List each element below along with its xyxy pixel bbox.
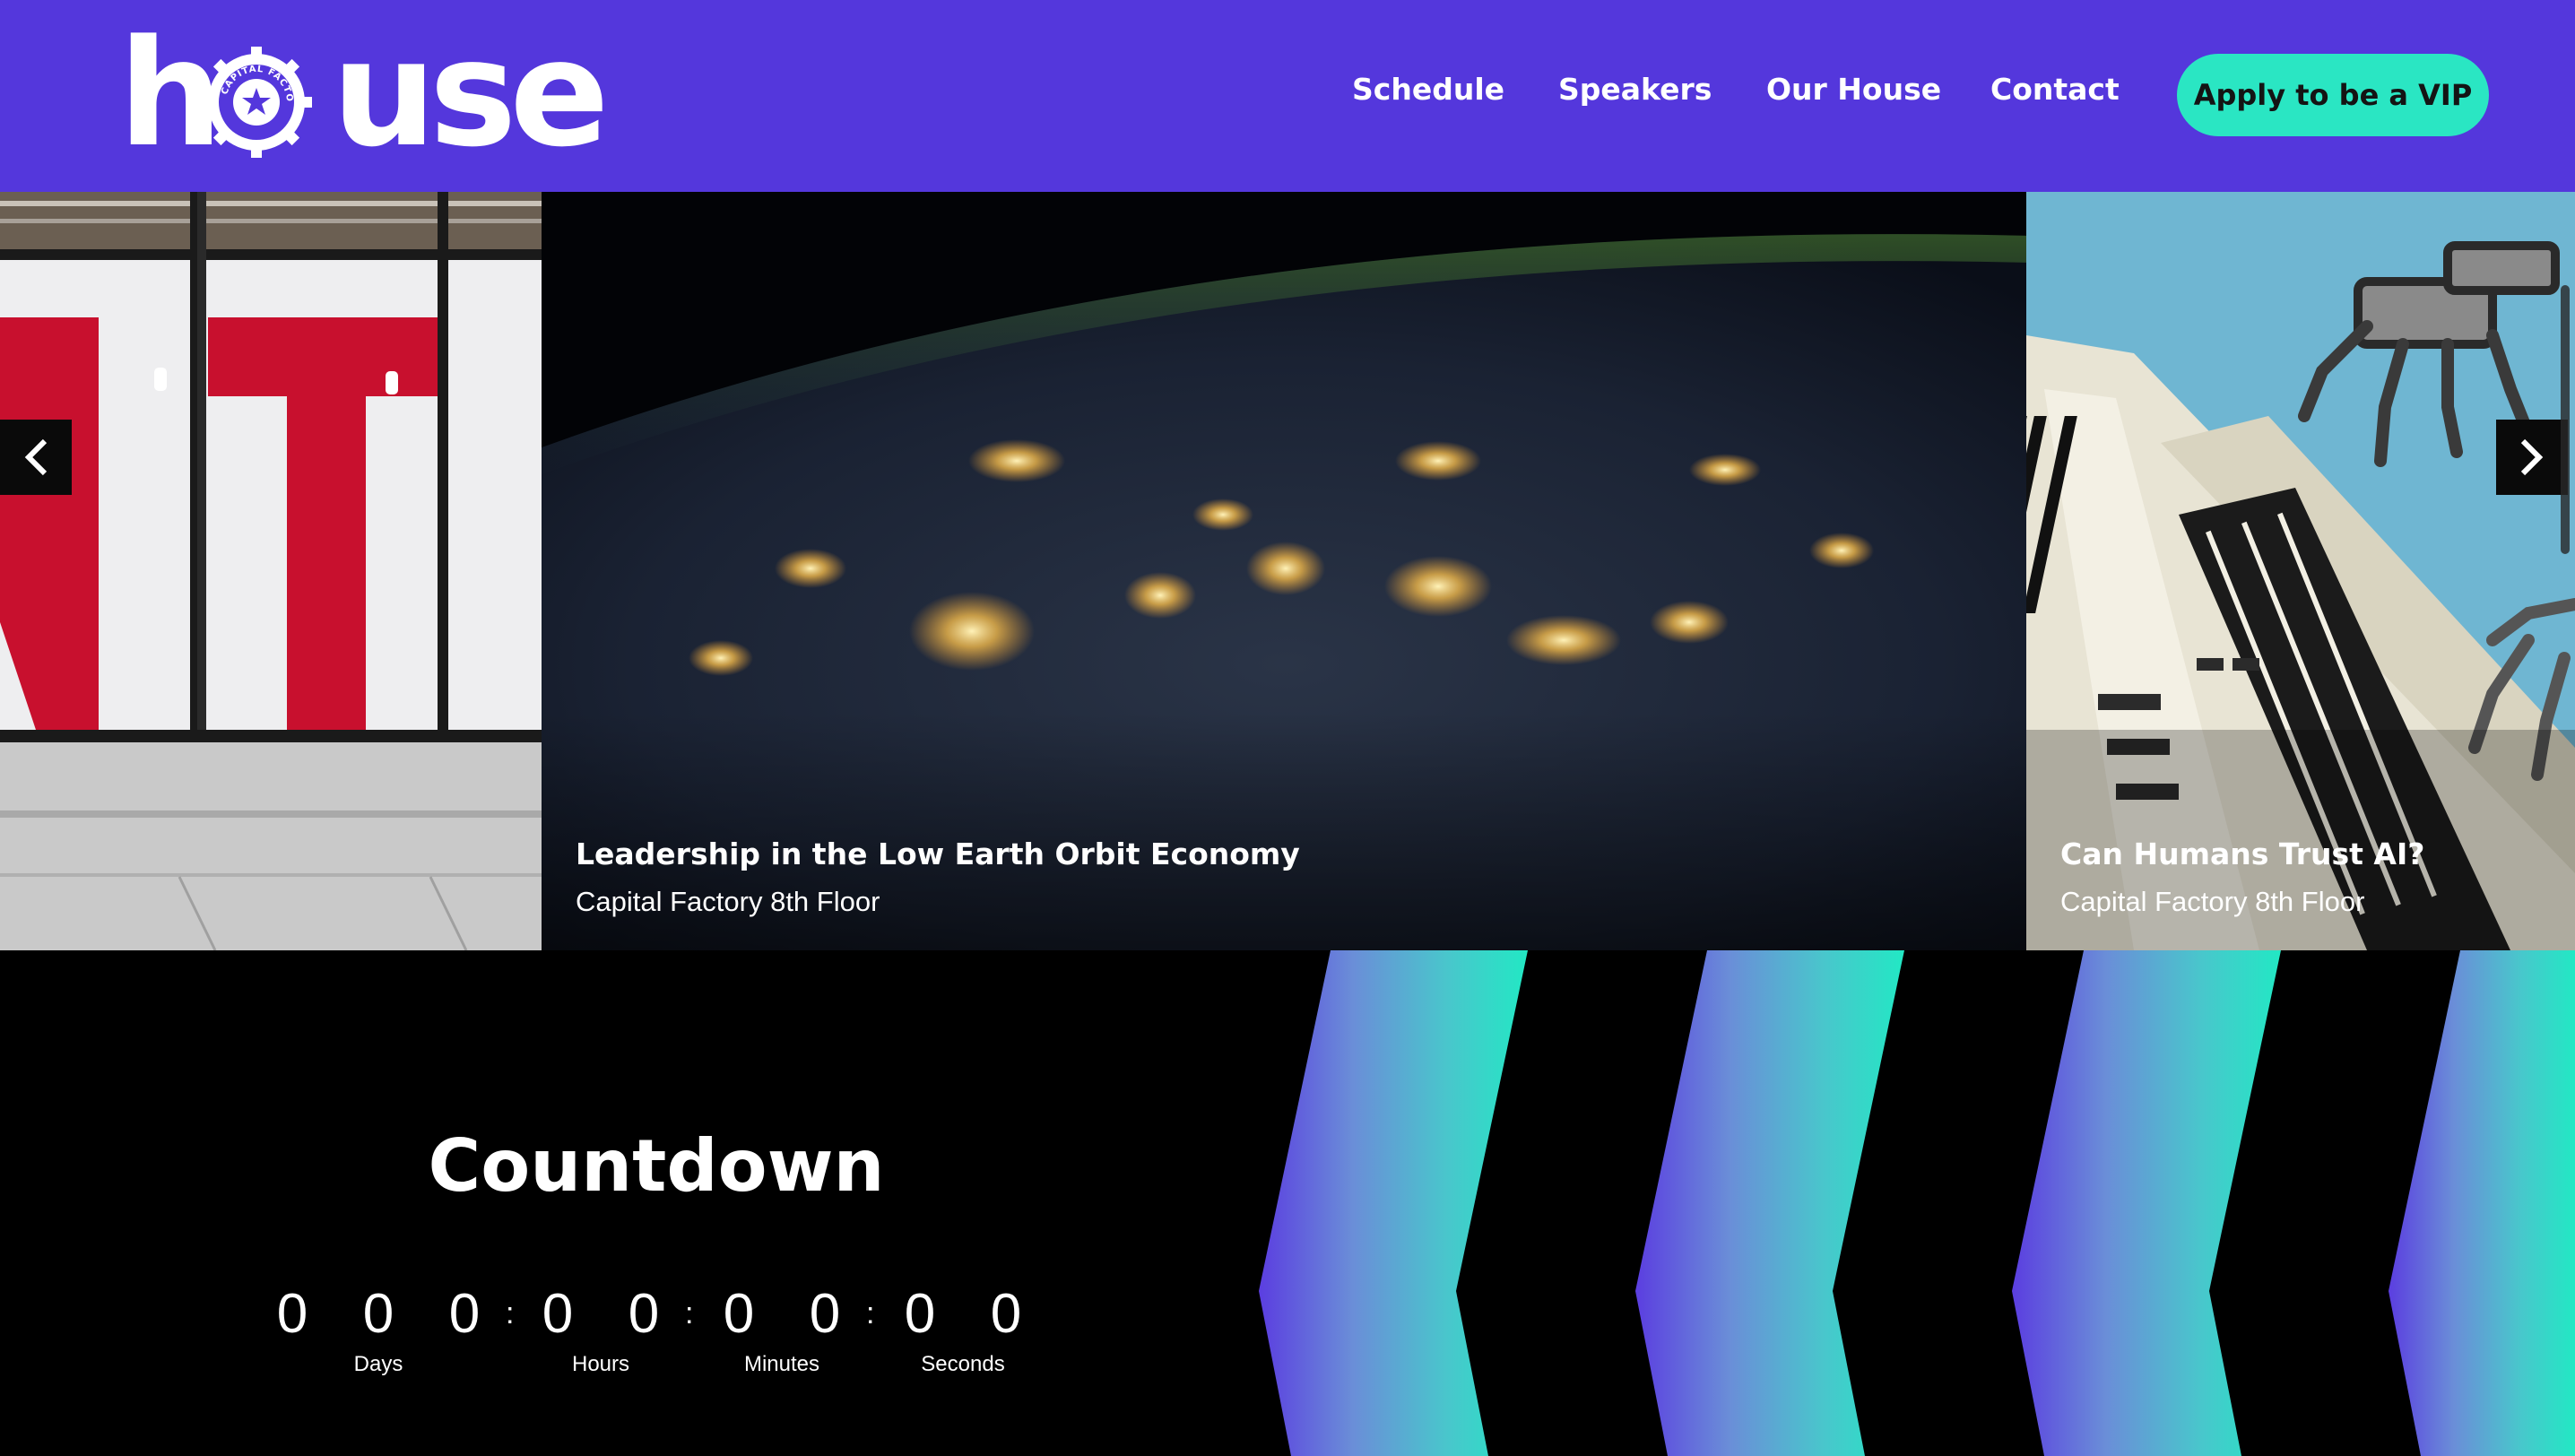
slide-location: Capital Factory 8th Floor <box>576 886 880 917</box>
seconds-digit-1: 0 <box>904 1283 936 1345</box>
chevron-right-icon <box>2520 438 2544 476</box>
chevron-shape-1 <box>1259 950 1528 1456</box>
slide-title-right[interactable]: Can Humans Trust AI? <box>2060 836 2424 871</box>
nav-contact[interactable]: Contact <box>1990 72 2120 107</box>
days-digit-2: 0 <box>362 1283 394 1345</box>
days-label: Days <box>353 1352 403 1376</box>
countdown-separator: : <box>506 1296 515 1330</box>
chevron-shape-2 <box>1635 950 1904 1456</box>
seconds-label: Seconds <box>921 1352 1005 1376</box>
countdown-title: Countdown <box>428 1124 885 1208</box>
carousel-slide-partial-right[interactable]: Can Humans Trust AI? Capital Factory 8th… <box>2026 192 2575 950</box>
carousel-scrollbar[interactable] <box>2561 285 2570 554</box>
carousel-slide-partial-left[interactable] <box>0 192 542 950</box>
capital-factory-sign-image <box>0 192 542 950</box>
slide-location-right: Capital Factory 8th Floor <box>2060 886 2365 917</box>
days-digit-1: 0 <box>276 1283 308 1345</box>
nav-schedule[interactable]: Schedule <box>1352 72 1504 107</box>
carousel-next-button[interactable] <box>2496 420 2568 495</box>
apply-vip-button[interactable]: Apply to be a VIP <box>2177 54 2489 136</box>
days-digit-3: 0 <box>448 1283 481 1345</box>
chevron-shape-4 <box>2389 950 2575 1456</box>
slide-caption-right: Can Humans Trust AI? Capital Factory 8th… <box>2060 836 2424 918</box>
event-carousel: Leadership in the Low Earth Orbit Econom… <box>0 192 2575 950</box>
carousel-slide-active[interactable]: Leadership in the Low Earth Orbit Econom… <box>542 192 2026 950</box>
carousel-prev-button[interactable] <box>0 420 72 495</box>
nav-speakers[interactable]: Speakers <box>1558 72 1712 107</box>
minutes-digit-2: 0 <box>809 1283 841 1345</box>
minutes-label: Minutes <box>743 1352 820 1376</box>
seconds-digit-2: 0 <box>990 1283 1022 1345</box>
logo-letters-use: use <box>332 8 610 179</box>
countdown-separator: : <box>866 1296 875 1330</box>
hours-digit-1: 0 <box>542 1283 574 1345</box>
hours-digit-2: 0 <box>628 1283 660 1345</box>
site-header: h CAPITAL FACTORY <box>0 0 2575 192</box>
chevron-shape-3 <box>2012 950 2281 1456</box>
hours-label: Hours <box>571 1352 630 1376</box>
gear-star-icon: CAPITAL FACTORY <box>201 47 312 158</box>
countdown-separator: : <box>685 1296 694 1330</box>
countdown-section: Countdown 0 0 0 Days : 0 0 Hours : 0 0 M… <box>0 950 2575 1456</box>
minutes-digit-1: 0 <box>723 1283 755 1345</box>
nav-our-house[interactable]: Our House <box>1766 72 1941 107</box>
house-logo[interactable]: h CAPITAL FACTORY <box>118 21 610 168</box>
slide-title[interactable]: Leadership in the Low Earth Orbit Econom… <box>576 836 1300 871</box>
slide-caption: Leadership in the Low Earth Orbit Econom… <box>576 836 1300 918</box>
decorative-chevrons <box>1259 950 2575 1456</box>
chevron-left-icon <box>24 438 48 476</box>
